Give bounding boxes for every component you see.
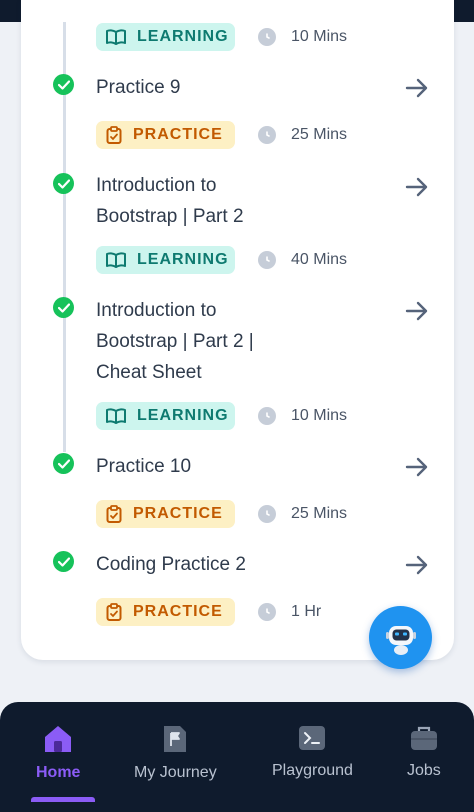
learning-badge: LEARNING [96, 402, 235, 430]
lesson-title[interactable]: Practice 10 [96, 451, 386, 482]
nav-jobs-label: Jobs [407, 762, 441, 779]
clipboard-check-icon [106, 603, 122, 621]
arrow-right-icon[interactable] [404, 298, 430, 324]
nav-my-journey[interactable]: My Journey [134, 724, 217, 782]
arrow-right-icon[interactable] [404, 552, 430, 578]
clock-icon [258, 28, 276, 46]
nav-my-journey-label: My Journey [134, 764, 217, 781]
duration-text: 25 Mins [291, 505, 348, 522]
book-open-icon [106, 252, 126, 268]
badge-label: LEARNING [137, 407, 229, 424]
clipboard-check-icon [106, 505, 122, 523]
learning-badge: LEARNING [96, 23, 235, 51]
clock-icon [258, 407, 276, 425]
lesson-title-line: Bootstrap | Part 2 | [96, 331, 254, 352]
practice-badge: PRACTICE [96, 500, 235, 528]
duration-text: 40 Mins [291, 251, 348, 268]
lesson-title[interactable]: Introduction to Bootstrap | Part 2 [96, 170, 386, 232]
completed-check-icon [53, 453, 74, 474]
lesson-title[interactable]: Coding Practice 2 [96, 549, 386, 580]
arrow-right-icon[interactable] [404, 75, 430, 101]
duration-text: 25 Mins [291, 126, 348, 143]
duration-text: 1 Hr [291, 603, 322, 620]
assistant-bot-button[interactable] [369, 606, 432, 669]
learning-badge: LEARNING [96, 246, 235, 274]
duration-text: 10 Mins [291, 407, 348, 424]
lesson-title-line: Cheat Sheet [96, 362, 202, 383]
robot-icon [385, 625, 416, 655]
bottom-navigation: Home My Journey Playground Jobs [0, 702, 474, 812]
arrow-right-icon[interactable] [404, 174, 430, 200]
completed-check-icon [53, 74, 74, 95]
home-icon [45, 726, 72, 752]
terminal-icon [299, 726, 326, 750]
lesson-title-text: Practice 10 [96, 456, 192, 477]
nav-playground[interactable]: Playground [272, 724, 353, 780]
badge-label: PRACTICE [133, 126, 223, 143]
lesson-title-text: Practice 9 [96, 77, 181, 98]
nav-playground-label: Playground [272, 762, 353, 779]
lesson-title-text: Coding Practice 2 [96, 554, 246, 575]
lesson-title-line: Introduction to [96, 300, 217, 321]
clock-icon [258, 505, 276, 523]
briefcase-icon [410, 726, 437, 750]
book-open-icon [106, 29, 126, 45]
duration-text: 10 Mins [291, 28, 348, 45]
nav-home[interactable]: Home [36, 724, 80, 782]
flag-document-icon [164, 726, 187, 752]
clock-icon [258, 251, 276, 269]
badge-label: LEARNING [137, 28, 229, 45]
nav-jobs[interactable]: Jobs [407, 724, 441, 780]
lesson-title-line: Introduction to [96, 175, 217, 196]
practice-badge: PRACTICE [96, 121, 235, 149]
clock-icon [258, 603, 276, 621]
nav-home-label: Home [36, 764, 81, 781]
badge-label: LEARNING [137, 251, 229, 268]
completed-check-icon [53, 173, 74, 194]
completed-check-icon [53, 297, 74, 318]
completed-check-icon [53, 551, 74, 572]
clock-icon [258, 126, 276, 144]
practice-badge: PRACTICE [96, 598, 235, 626]
lesson-title-line: Bootstrap | Part 2 [96, 206, 244, 227]
lesson-title[interactable]: Introduction to Bootstrap | Part 2 | Che… [96, 295, 386, 388]
arrow-right-icon[interactable] [404, 454, 430, 480]
book-open-icon [106, 408, 126, 424]
lesson-title[interactable]: Practice 9 [96, 72, 386, 103]
badge-label: PRACTICE [133, 603, 223, 620]
clipboard-check-icon [106, 126, 122, 144]
active-tab-indicator [31, 797, 95, 802]
badge-label: PRACTICE [133, 505, 223, 522]
